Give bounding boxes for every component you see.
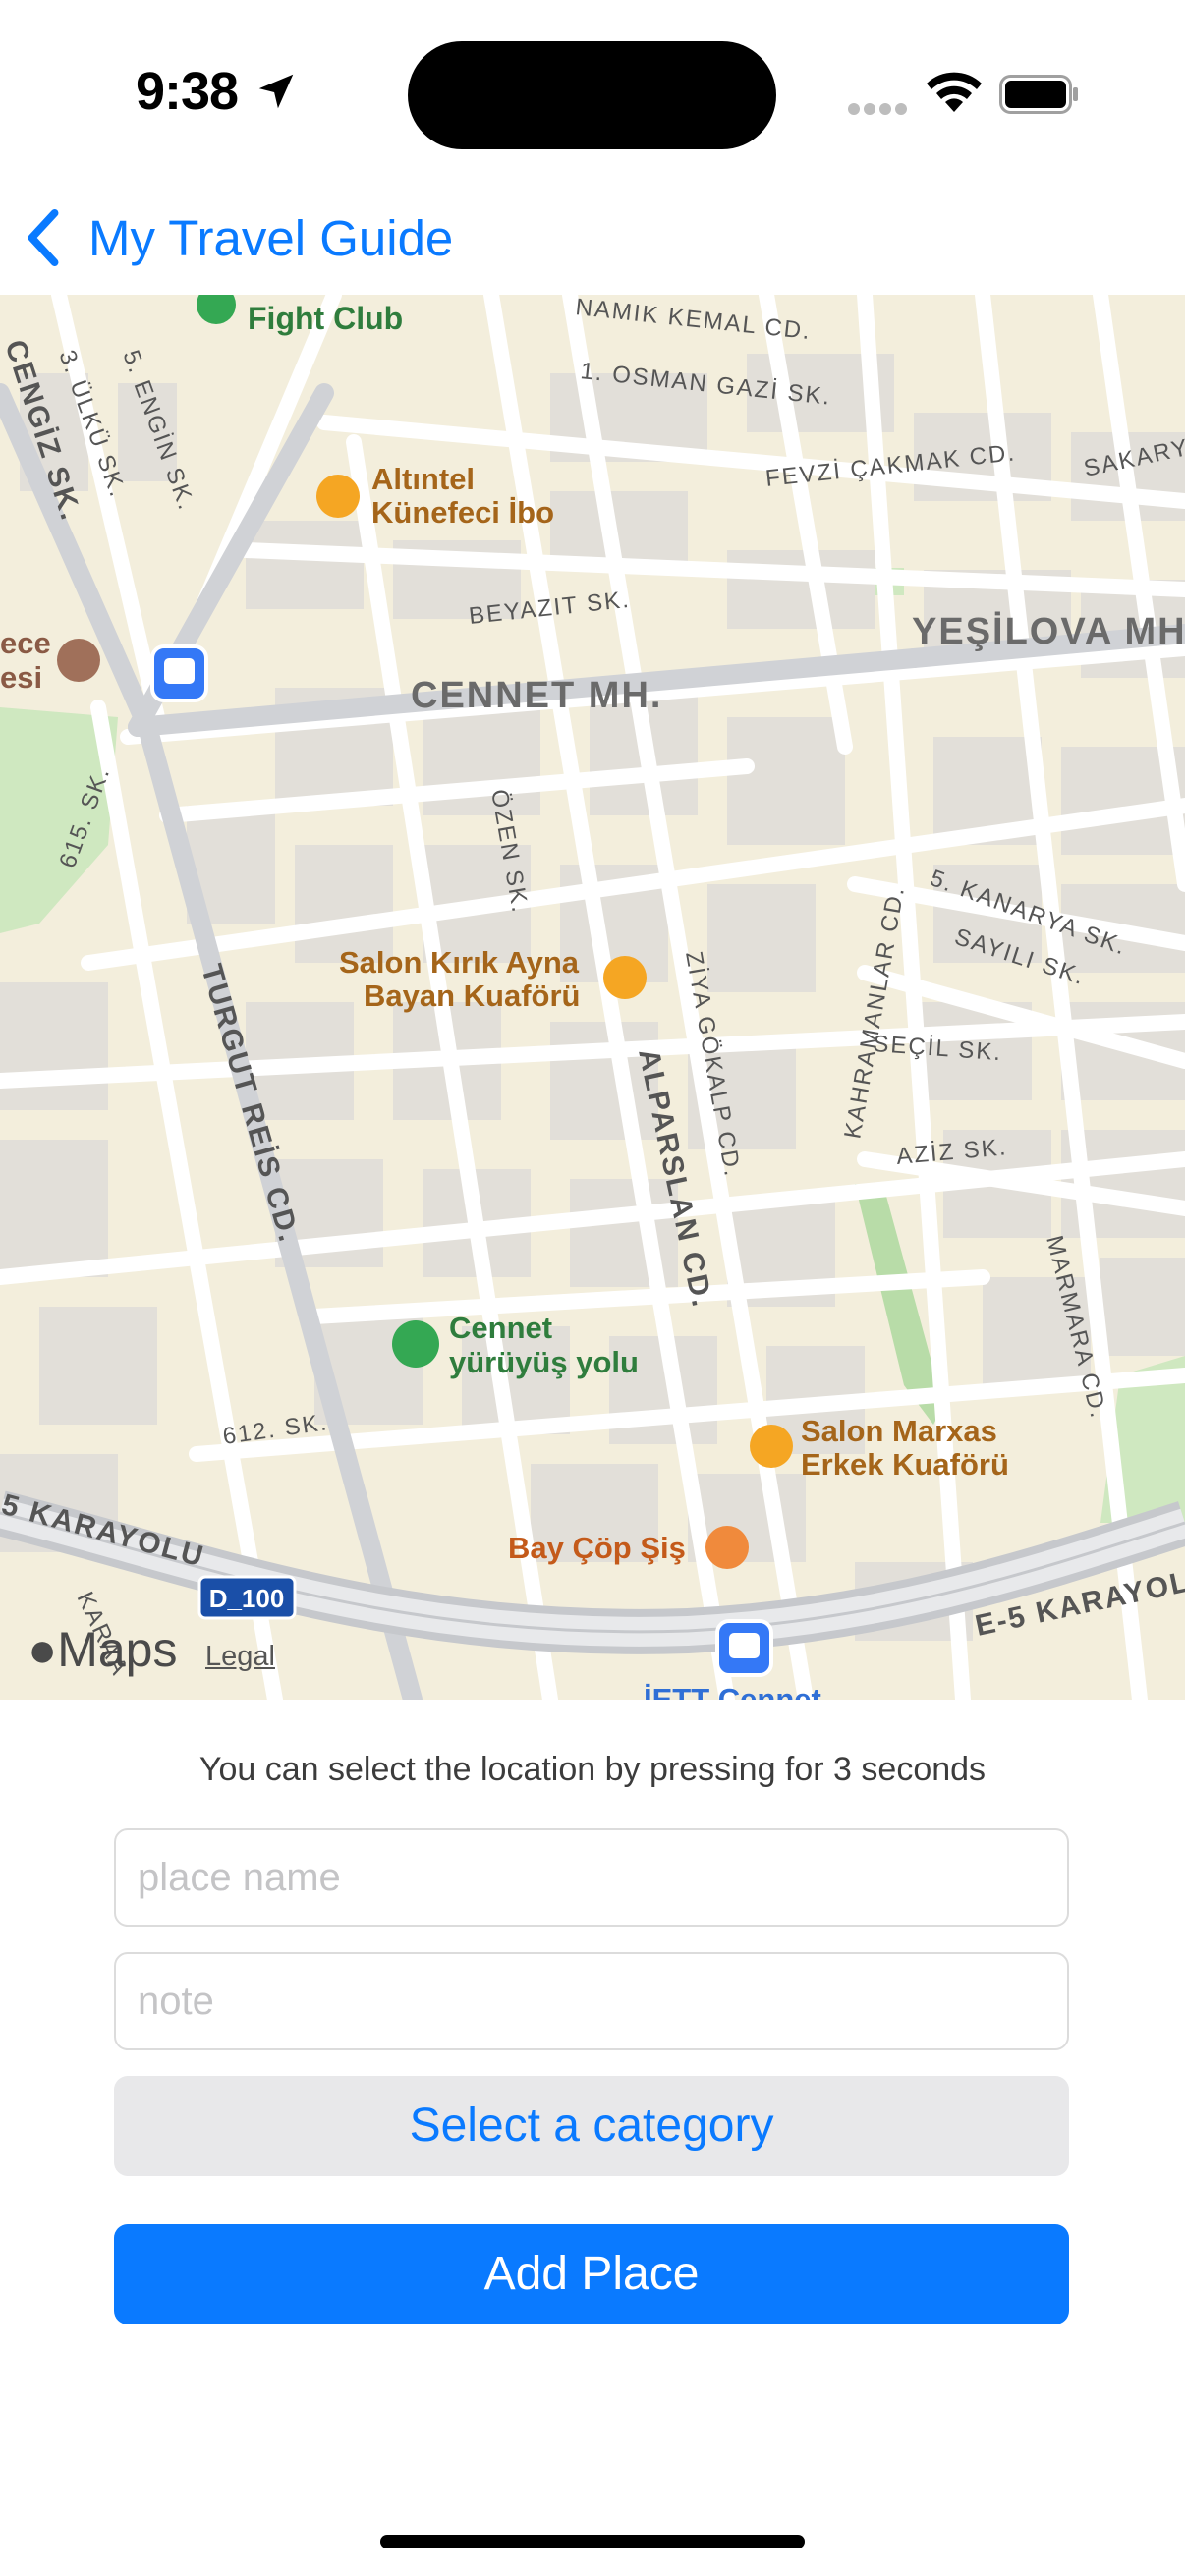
map-label-poi: Erkek Kuaförü	[801, 1447, 1009, 1482]
map-label-poi: Bay Çöp Şiş	[508, 1531, 686, 1565]
place-name-field[interactable]	[114, 1828, 1069, 1927]
select-category-button[interactable]: Select a category	[114, 2076, 1069, 2176]
battery-icon	[999, 75, 1078, 114]
back-button-label: My Travel Guide	[88, 209, 454, 266]
map-view[interactable]: Fight Club NAMIK KEMAL CD. 1. OSMAN GAZİ…	[0, 295, 1185, 1700]
legal-link[interactable]: Legal	[205, 1641, 275, 1673]
add-place-button[interactable]: Add Place	[114, 2224, 1069, 2324]
map-label-highway-shield: D_100	[209, 1584, 285, 1613]
chevron-left-icon	[28, 209, 59, 266]
location-hint: You can select the location by pressing …	[198, 1751, 987, 1788]
map-canvas: Fight Club NAMIK KEMAL CD. 1. OSMAN GAZİ…	[0, 295, 1185, 1700]
map-label-district: CENNET MH.	[411, 675, 662, 716]
map-label-poi: Salon Kırık Ayna	[339, 945, 580, 980]
map-label-street: NAMIK KEMAL CD.	[574, 295, 813, 345]
place-name-input[interactable]	[116, 1830, 1067, 1925]
navigation-bar: My Travel Guide	[0, 187, 1185, 295]
map-label-poi: yürüyüş yolu	[449, 1345, 639, 1379]
map-label-poi: Bayan Kuaförü	[364, 979, 580, 1013]
dynamic-island	[408, 41, 776, 149]
map-label-poi: esi	[0, 660, 42, 695]
map-label-poi: Altıntel	[371, 462, 475, 496]
location-arrow-icon	[258, 74, 294, 109]
back-button[interactable]: My Travel Guide	[24, 198, 453, 277]
apple-maps-logo: ●Maps	[28, 1622, 178, 1677]
signal-dots-icon	[848, 102, 911, 120]
map-label-poi: İETT Cennet	[644, 1682, 821, 1700]
map-label-poi: Salon Marxas	[801, 1414, 997, 1448]
apple-logo-icon: ●	[28, 1622, 58, 1677]
status-time: 9:38	[136, 62, 239, 121]
wifi-icon	[927, 72, 982, 112]
note-field[interactable]	[114, 1952, 1069, 2050]
status-bar: 9:38	[0, 0, 1185, 187]
map-label-street: KAHRAMANLAR CD.	[839, 884, 910, 1141]
map-label-fight-club: Fight Club	[248, 301, 403, 336]
home-indicator	[380, 2535, 805, 2548]
map-label-district: YEŞİLOVA MH.	[912, 611, 1185, 652]
map-label-poi: ece	[0, 626, 51, 660]
map-label-poi: Künefeci İbo	[371, 495, 554, 530]
map-label-poi: Cennet	[449, 1311, 552, 1345]
note-input[interactable]	[116, 1954, 1067, 2048]
